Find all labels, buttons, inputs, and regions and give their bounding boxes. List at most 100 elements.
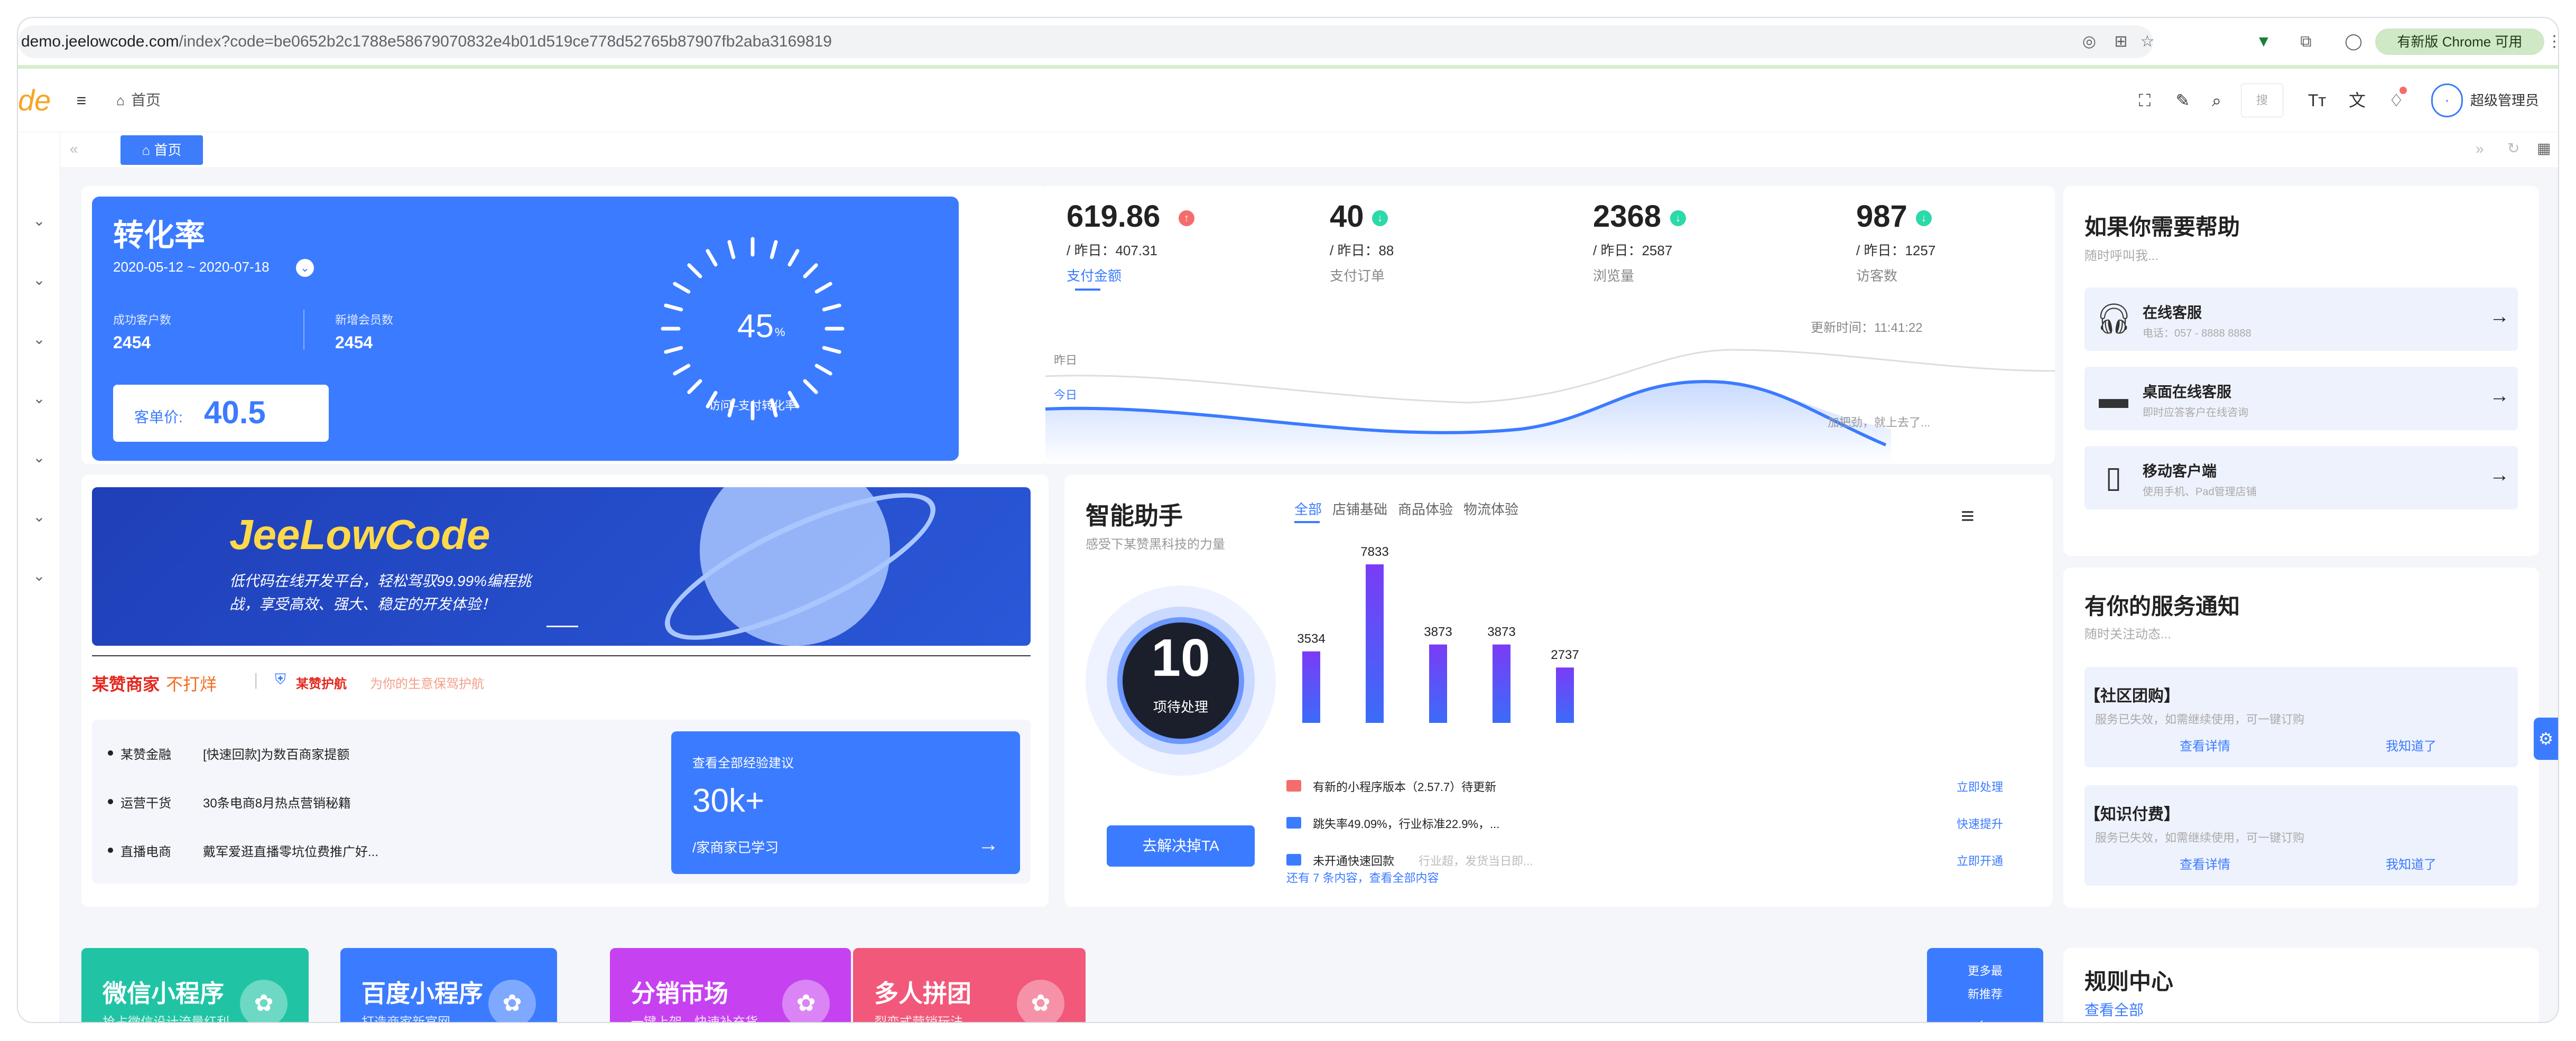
search-input[interactable]: 搜 [2241,83,2283,117]
bar-value-label: 3873 [1424,625,1452,639]
app-tile-desc: 裂变式营销玩法 [874,1011,963,1022]
merchant-item-text[interactable]: 戴军爱逛直播零坑位费推广好... [203,841,378,860]
help-item[interactable]: ▯ 移动客户端 使用手机、Pad管理店铺 → [2084,446,2518,509]
banner-line1: 低代码在线开发平台，轻松驾驭99.99%编程挑 [229,573,531,589]
chevron-down-icon[interactable]: ⌄ [30,566,49,585]
trend-up-icon: ↑ [1179,210,1194,226]
metrics-card: 619.86 ↑ / 昨日：407.31 支付金额 40 ↓ / 昨日：88 支付订单 2368… [1045,186,2055,464]
gauge-tick [803,379,818,394]
view-detail-link[interactable]: 查看详情 [2180,736,2230,754]
chevron-down-icon[interactable]: ⌄ [30,330,49,349]
notice-item-title: 【知识付费】 [2084,806,2180,823]
gauge-tick [673,364,691,376]
search-icon[interactable]: ⌕ [2206,90,2227,111]
merchant-title-a: 某赞商家 [92,675,160,694]
grid-icon[interactable]: ▦ [2537,140,2551,157]
chevron-down-icon[interactable]: ⌄ [30,507,49,526]
menu-icon[interactable]: ≡ [1961,503,1975,529]
profile-icon[interactable]: ◯ [2343,32,2364,52]
assistant-tab[interactable]: 店铺基础 [1332,499,1387,518]
avatar[interactable]: · [2431,83,2463,117]
today-area [1045,382,1891,464]
logo[interactable]: de [18,69,60,132]
assistant-item-action[interactable]: 快速提升 [1957,815,2003,832]
more-recommendations-button[interactable]: 更多最 新推荐 ← [1927,948,2043,1022]
username[interactable]: 超级管理员 [2470,90,2539,111]
guard-desc: 为你的生意保驾护航 [370,677,484,691]
settings-gear-icon[interactable]: ⚙ [2534,718,2558,760]
chevron-down-icon[interactable]: ⌄ [30,389,49,408]
arrow-right-icon[interactable]: → [2489,305,2509,328]
dismiss-link[interactable]: 我知道了 [2386,736,2436,754]
rules-link[interactable]: 查看全部 [2084,999,2144,1020]
conversion-card: 转化率 2020-05-12 ~ 2020-07-18 ⌄ 成功客户数 2454… [81,186,1049,464]
app-tile-desc: 一键上架，快速补充货... [631,1011,768,1022]
translate-icon[interactable]: ⊞ [2111,32,2131,52]
help-item[interactable]: 🎧︎ 在线客服 电话：057 - 8888 8888 → [2084,287,2518,351]
help-card: 如果你需要帮助 随时呼叫我... 🎧︎ 在线客服 电话：057 - 8888 888… [2063,186,2539,556]
metric-label[interactable]: 支付订单 [1330,265,1385,285]
chevron-down-icon[interactable]: ⌄ [30,448,49,467]
arrow-right-icon[interactable]: → [2489,464,2509,487]
assistant-tab[interactable]: 物流体验 [1463,499,1518,518]
breadcrumb[interactable]: 首页 [131,90,161,111]
fullscreen-icon[interactable]: ⛶ [2134,90,2155,111]
banner[interactable]: JeeLowCode 低代码在线开发平台，轻松驾驭99.99%编程挑 战，享受高… [92,487,1031,646]
cta-desc: /家商家已学习 [692,840,779,856]
app-tile[interactable]: 多人拼团裂变式营销玩法 ✿ [853,948,1086,1022]
dismiss-link[interactable]: 我知道了 [2386,854,2436,872]
bookmark-star-icon[interactable]: ☆ [2137,32,2157,52]
app-tile[interactable]: 微信小程序抢占微信设计流量红利 ✿ [81,948,309,1022]
metric-label[interactable]: 访客数 [1856,265,1897,285]
assistant-item-action[interactable]: 立即处理 [1957,778,2003,795]
merchant-item-text[interactable]: 30条电商8月热点营销秘籍 [203,793,351,811]
solve-button[interactable]: 去解决掉TA [1107,825,1255,867]
extension-vue-icon[interactable]: ▼ [2254,32,2274,52]
trend-down-icon: ↓ [1670,210,1686,226]
notice-item: 【知识付费】 服务已失效，如需继续使用，可一键订购 查看详情 我知道了 [2084,785,2518,886]
metric-label[interactable]: 浏览量 [1593,265,1634,285]
eye-off-icon[interactable]: ◎ [2079,32,2099,52]
chrome-update-button[interactable]: 有新版 Chrome 可用 [2375,29,2544,55]
banner-indicator[interactable] [546,626,578,627]
cta-card[interactable]: 查看全部经验建议 30k+ /家商家已学习 → [671,731,1020,874]
address-bar[interactable]: demo.jeelowcode.com/index?code=be0652b2c… [18,25,2153,58]
merchant-list-box: 某赞金融 [快速回款]为数百商家提额 运营干货 30条电商8月热点营销秘籍 直播电商 戴军… [92,720,1031,884]
metric-label[interactable]: 支付金额 [1067,265,1122,285]
date-dropdown-icon[interactable]: ⌄ [296,259,314,277]
assistant-item-extra: 行业超，发货当日即... [1419,854,1533,868]
help-item[interactable]: ▬ 桌面在线客服 即时应答客户在线咨询 → [2084,367,2518,430]
chevron-down-icon[interactable]: ⌄ [30,271,49,290]
app-tile[interactable]: 分销市场一键上架，快速补充货... ✿ [610,948,851,1022]
price-value: 40.5 [204,395,266,430]
chevron-down-icon[interactable]: ⌄ [30,211,49,230]
more-link[interactable]: 还有 7 条内容，查看全部内容 [1286,869,1439,886]
arrow-right-icon[interactable]: → [2489,385,2509,407]
dashboard-content: 转化率 2020-05-12 ~ 2020-07-18 ⌄ 成功客户数 2454… [60,168,2558,1022]
menu-toggle-icon[interactable]: ≡ [71,90,92,111]
price-box: 客单价: 40.5 [113,385,329,442]
extensions-icon[interactable]: ⧉ [2296,32,2316,52]
font-size-icon[interactable]: Tт [2306,90,2328,111]
refresh-icon[interactable]: ↻ [2507,140,2519,157]
help-item-title: 移动客户端 [2143,463,2217,479]
tabs-scroll-left-icon[interactable]: « [70,141,78,157]
assistant-item-action[interactable]: 立即开通 [1957,852,2003,869]
view-detail-link[interactable]: 查看详情 [2180,854,2230,872]
app-tile[interactable]: 百度小程序打造商家新官网 ✿ [340,948,557,1022]
more-menu-icon[interactable]: ⋮ [2544,32,2558,52]
assistant-tab[interactable]: 商品体验 [1398,499,1453,518]
clean-icon[interactable]: ✎ [2172,90,2193,111]
gauge-value: 45 [737,308,774,345]
gauge-unit: % [775,326,785,339]
assistant-tab[interactable]: 全部 [1294,499,1322,518]
language-icon[interactable]: 文 [2347,90,2368,111]
gauge-tick [814,282,832,294]
conversion-panel: 转化率 2020-05-12 ~ 2020-07-18 ⌄ 成功客户数 2454… [92,197,959,461]
home-icon: ⌂ [116,92,125,108]
tabs-scroll-right-icon[interactable]: » [2476,141,2484,157]
merchant-item-text[interactable]: [快速回款]为数百商家提额 [203,744,349,763]
arrow-right-icon[interactable]: → [978,833,999,857]
tab-home[interactable]: ⌂ 首页 [121,135,203,165]
cta-value: 30k+ [692,783,765,819]
